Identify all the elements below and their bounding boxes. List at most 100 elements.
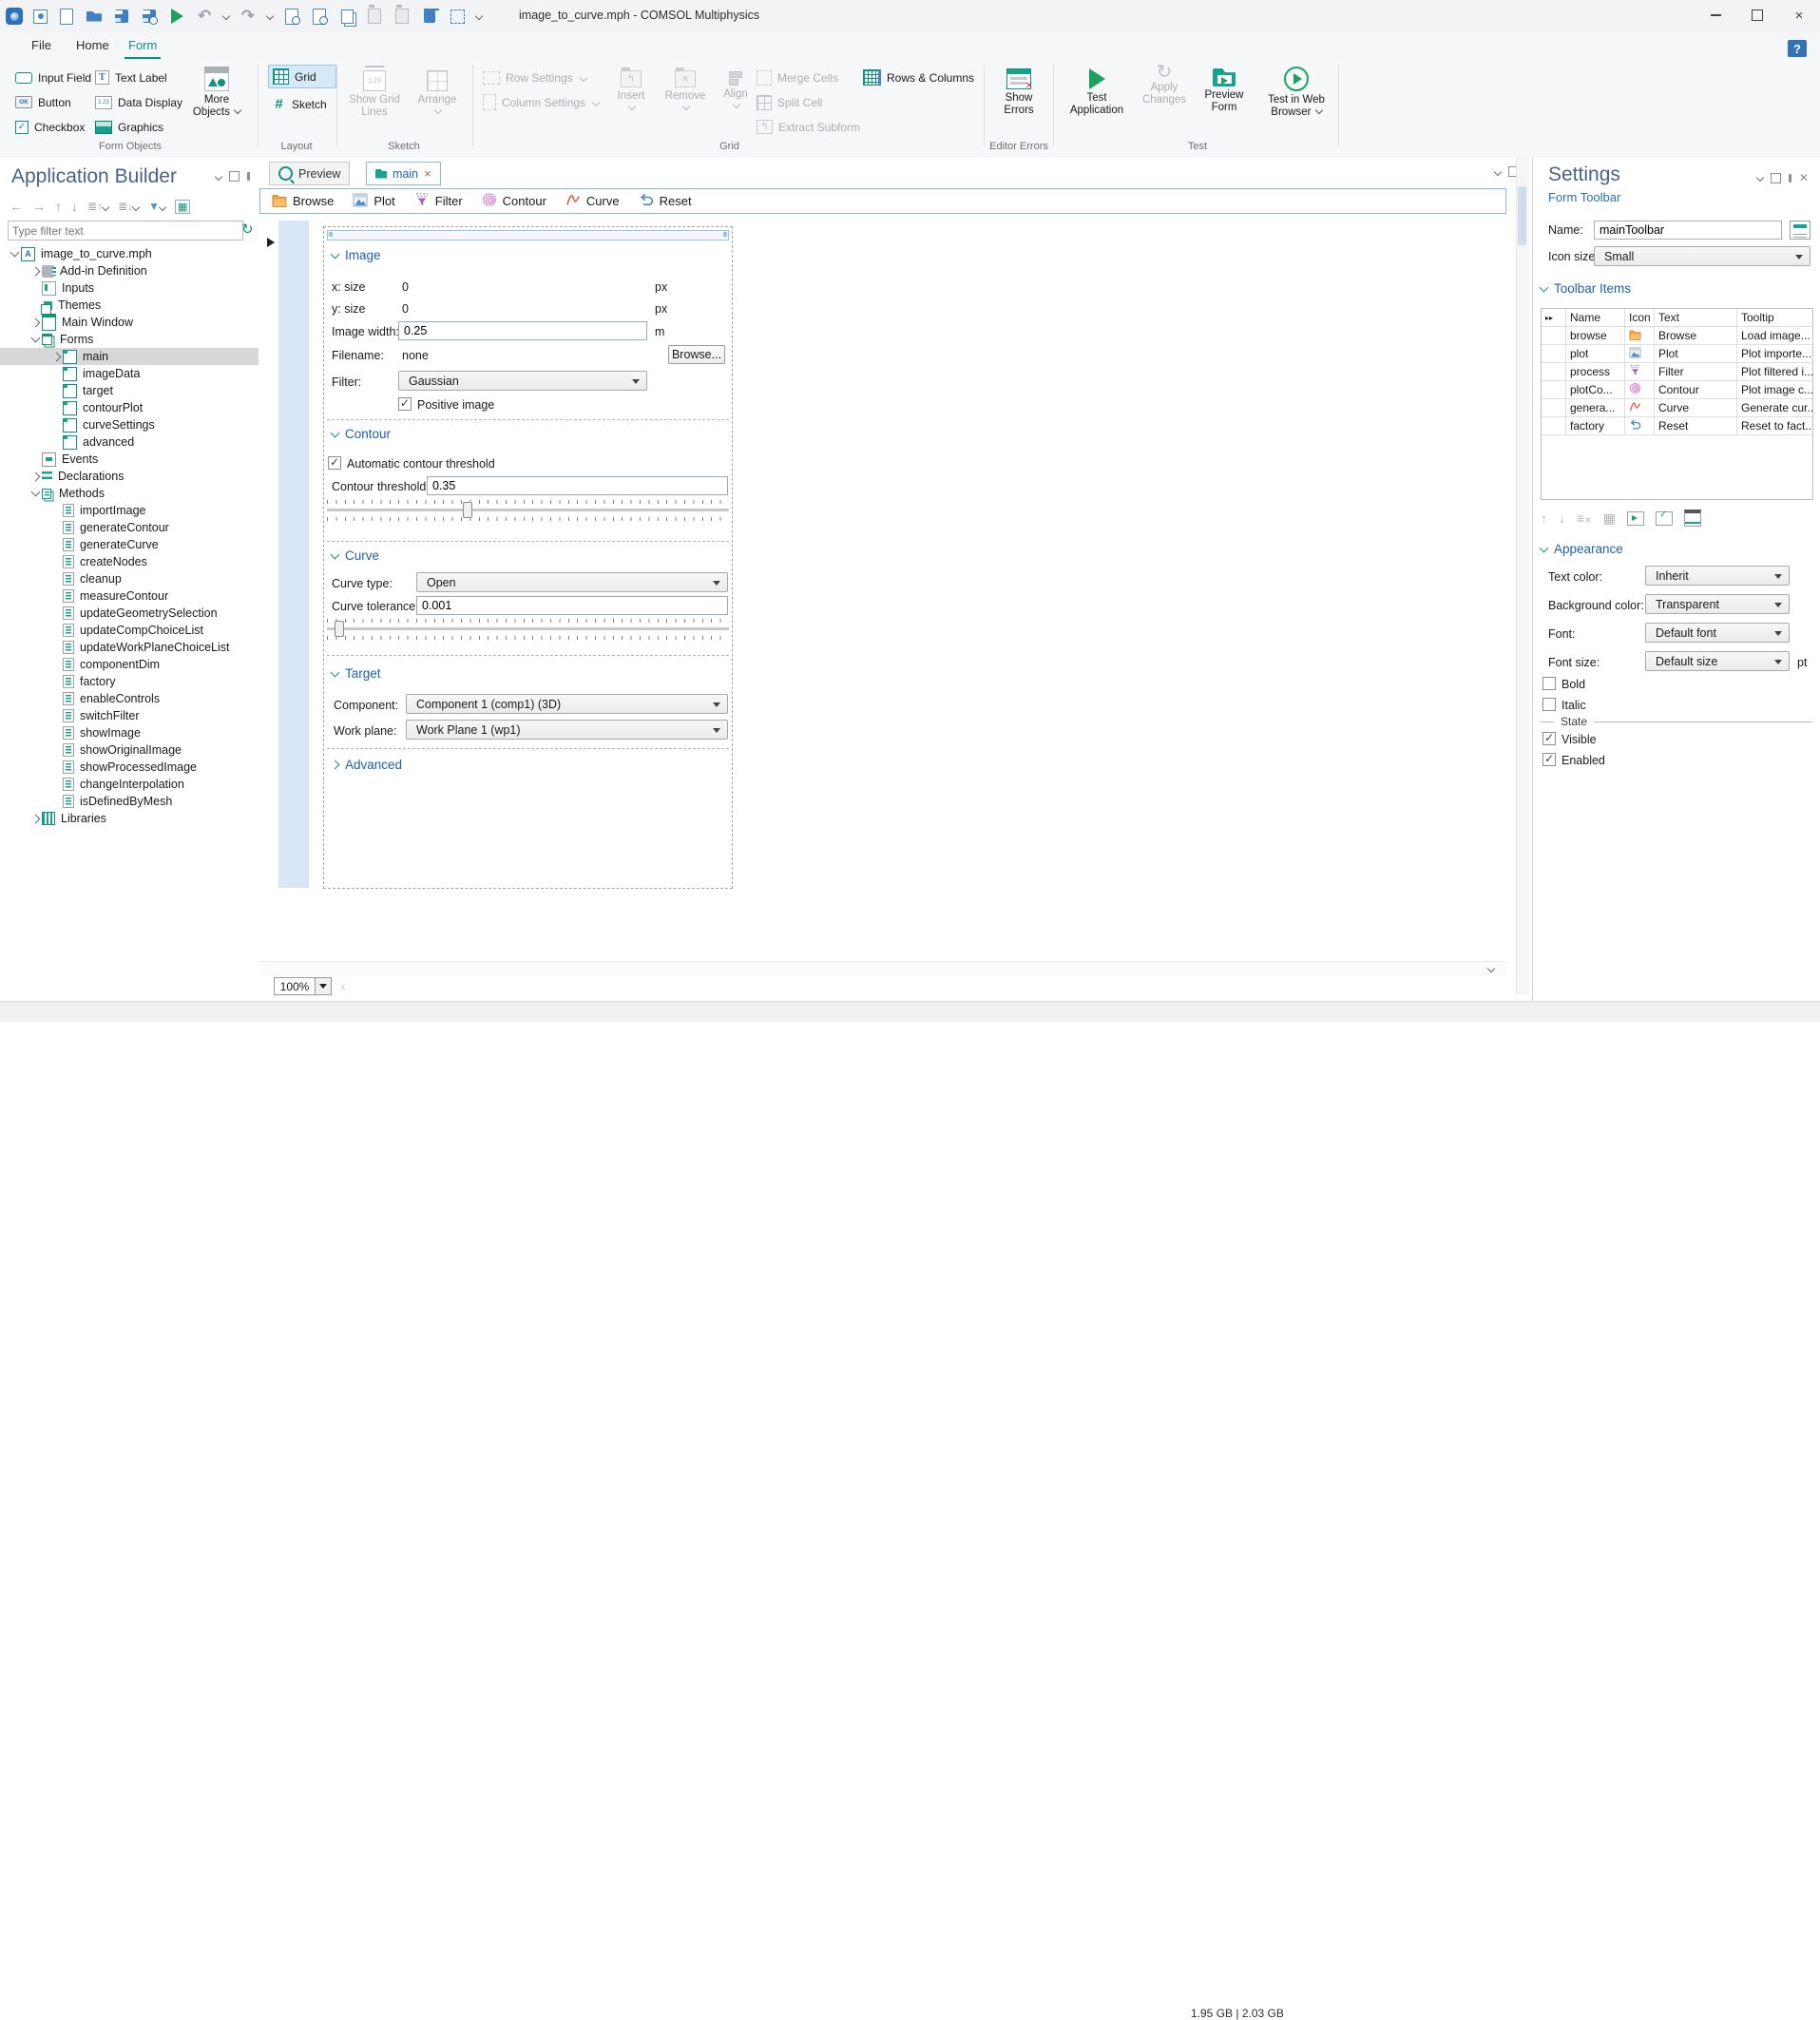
move-up-icon[interactable]: ≣↑ <box>87 200 110 213</box>
form-toolbar-reset-button[interactable]: Reset <box>639 193 692 210</box>
filter-combobox[interactable]: Gaussian <box>398 371 647 391</box>
tree-item[interactable]: updateCompChoiceList <box>0 622 259 639</box>
table-row[interactable]: factory Reset Reset to fact... <box>1542 417 1812 435</box>
tree-item[interactable]: measureContour <box>0 587 259 605</box>
tree-item[interactable]: showImage <box>0 724 259 741</box>
rename-form-icon[interactable] <box>1790 221 1810 240</box>
panel-menu-chevron-icon[interactable] <box>214 172 223 181</box>
text-label-button[interactable]: T Text Label <box>95 67 167 88</box>
table-column-header[interactable]: Name <box>1566 309 1625 326</box>
contour-slider-thumb[interactable] <box>463 502 473 518</box>
bold-checkbox[interactable] <box>1542 677 1556 690</box>
test-application-button[interactable]: Test Application <box>1063 68 1131 117</box>
designed-form-toolbar[interactable]: Browse Plot Filter Contour Curve Reset <box>259 188 1506 214</box>
zoom-level-value[interactable]: 100% <box>274 977 316 995</box>
scroll-down-chevron-icon[interactable] <box>1484 962 1499 974</box>
table-row[interactable]: browse Browse Load image... <box>1542 327 1812 345</box>
pin-panel-icon[interactable] <box>247 172 250 181</box>
tree-expander-icon[interactable] <box>29 266 42 276</box>
editor-menu-chevron-icon[interactable] <box>1493 167 1503 176</box>
tree-item[interactable]: Aimage_to_curve.mph <box>0 245 259 262</box>
settings-pin-icon[interactable] <box>1788 173 1791 183</box>
curve-slider-thumb[interactable] <box>335 621 345 637</box>
name-input[interactable] <box>1594 221 1782 240</box>
new-file-icon[interactable] <box>60 8 73 25</box>
nav-down-icon[interactable]: ↓ <box>71 199 78 214</box>
tree-item[interactable]: importImage <box>0 502 259 519</box>
tree-item[interactable]: factory <box>0 673 259 690</box>
rows-and-columns-button[interactable]: Rows & Columns <box>863 67 974 88</box>
preview-form-button[interactable]: Preview Form <box>1196 68 1253 114</box>
browse-file-button[interactable]: Browse... <box>668 345 725 364</box>
checkbox-button[interactable]: ✓ Checkbox <box>15 116 85 138</box>
tab-file[interactable]: File <box>28 32 55 57</box>
section-header-contour[interactable]: Contour <box>330 427 391 441</box>
undo-icon[interactable]: ↶ <box>196 7 213 25</box>
redo-menu-chevron-icon[interactable] <box>265 11 275 21</box>
find-icon[interactable] <box>313 8 326 25</box>
input-field-button[interactable]: Input Field <box>15 67 91 88</box>
tree-item[interactable]: Forms <box>0 331 259 348</box>
tree-item[interactable]: contourPlot <box>0 399 259 416</box>
form-toolbar-curve-button[interactable]: Curve <box>565 192 620 210</box>
tree-expander-icon[interactable] <box>29 317 42 327</box>
test-in-web-browser-button[interactable]: Test in Web Browser <box>1258 67 1334 119</box>
zoom-document-icon[interactable] <box>285 8 298 25</box>
tree-item[interactable]: changeInterpolation <box>0 776 259 793</box>
open-icon[interactable] <box>86 10 102 22</box>
settings-close-icon[interactable]: ✕ <box>1799 171 1809 184</box>
tree-item[interactable]: showOriginalImage <box>0 741 259 759</box>
table-row[interactable]: process Filter Plot filtered i... <box>1542 363 1812 381</box>
save-icon[interactable] <box>115 10 128 23</box>
tree-item[interactable]: switchFilter <box>0 707 259 724</box>
section-header-target[interactable]: Target <box>330 666 381 681</box>
nav-up-icon[interactable]: ↑ <box>55 199 62 214</box>
form-toolbar-filter-button[interactable]: Filter <box>414 192 463 210</box>
minimize-button[interactable] <box>1695 0 1736 30</box>
data-display-button[interactable]: 1.23 Data Display <box>95 91 182 113</box>
section-header-toolbar-items[interactable]: Toolbar Items <box>1539 281 1631 296</box>
tree-item[interactable]: Libraries <box>0 810 259 827</box>
form-toolbar-contour-button[interactable]: Contour <box>482 192 546 210</box>
tree-item[interactable]: isDefinedByMesh <box>0 793 259 810</box>
vertical-scrollbar-thumb[interactable] <box>1518 186 1526 245</box>
toolbar-placeholder-selected[interactable] <box>327 230 729 240</box>
show-in-model-builder-icon[interactable]: ▦ <box>175 199 191 214</box>
tree-item[interactable]: curveSettings <box>0 416 259 433</box>
more-objects-button[interactable]: More Objects <box>186 67 247 119</box>
add-separator-icon[interactable] <box>1683 510 1701 527</box>
move-down-icon[interactable]: ≣↓ <box>118 200 141 213</box>
zoom-dropdown-button[interactable] <box>316 977 332 995</box>
tree-item[interactable]: componentDim <box>0 656 259 673</box>
table-row[interactable]: plotCo... Contour Plot image c... <box>1542 381 1812 399</box>
tree-expander-icon[interactable] <box>8 247 21 258</box>
add-toggle-item-icon[interactable] <box>1655 510 1673 526</box>
graphics-button[interactable]: Graphics <box>95 116 163 138</box>
enabled-checkbox[interactable] <box>1542 752 1556 766</box>
tree-item[interactable]: imageData <box>0 365 259 382</box>
tree-item[interactable]: showProcessedImage <box>0 759 259 776</box>
font-size-combobox[interactable]: Default size <box>1645 651 1790 671</box>
tree-expander-icon[interactable] <box>29 471 42 481</box>
tree-item[interactable]: Add-in Definition <box>0 262 259 279</box>
tree-item[interactable]: generateCurve <box>0 536 259 553</box>
copy-icon[interactable] <box>340 9 354 24</box>
form-design-surface[interactable]: Image x: size 0 px y: size 0 px Image wi… <box>323 226 733 889</box>
text-color-combobox[interactable]: Inherit <box>1645 566 1790 586</box>
tree-item[interactable]: Themes <box>0 297 259 315</box>
tree-expander-icon[interactable] <box>29 333 42 343</box>
tree-item[interactable]: updateWorkPlaneChoiceList <box>0 639 259 656</box>
curve-tolerance-input[interactable] <box>416 596 728 615</box>
tree-item[interactable]: Main Window <box>0 314 259 331</box>
contour-threshold-input[interactable] <box>427 476 728 495</box>
font-combobox[interactable]: Default font <box>1645 623 1790 643</box>
filter-tree-icon[interactable]: ▼ <box>148 200 167 213</box>
tab-main[interactable]: main × <box>366 162 441 185</box>
component-combobox[interactable]: Component 1 (comp1) (3D) <box>406 694 728 714</box>
delete-icon[interactable] <box>424 10 435 23</box>
tree-filter-input[interactable] <box>8 221 243 240</box>
show-errors-button[interactable]: Show Errors <box>992 68 1045 117</box>
model-manager-icon[interactable] <box>33 9 48 24</box>
tree-item[interactable]: enableControls <box>0 690 259 707</box>
horizontal-scrollbar[interactable] <box>259 961 1506 976</box>
